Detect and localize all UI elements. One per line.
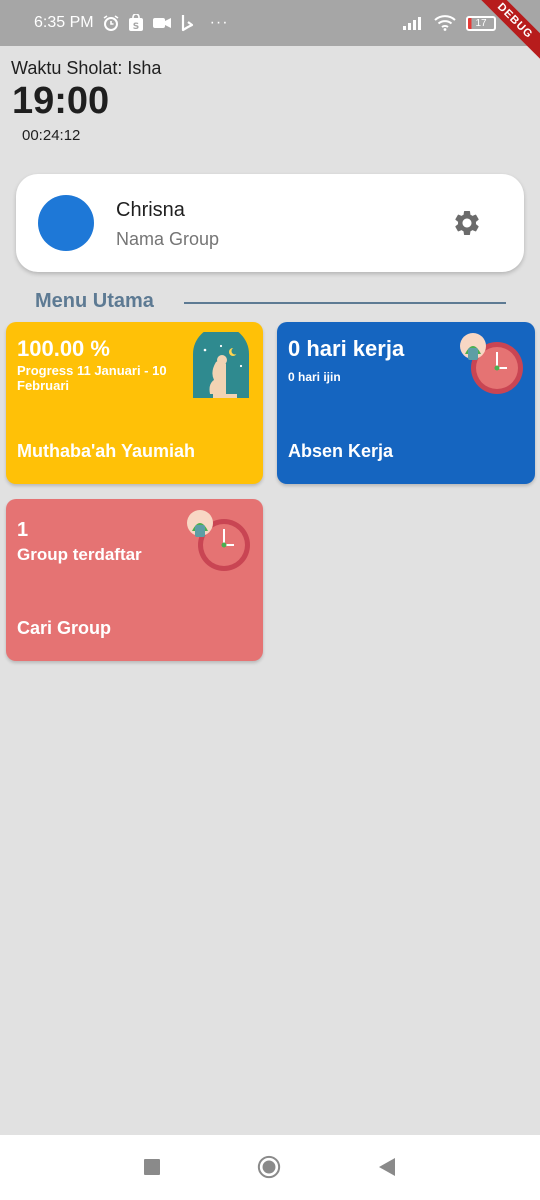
video-icon [152, 16, 172, 30]
debug-banner: DEBUG [469, 0, 540, 67]
avatar [38, 195, 94, 251]
recent-apps-icon [144, 1159, 160, 1175]
system-nav-bar [0, 1135, 540, 1200]
tile-label: Cari Group [17, 618, 112, 638]
wifi-icon [434, 15, 456, 31]
clock-person-icon [459, 330, 525, 401]
tile-cari-group[interactable]: 1 Group terdaftar Cari Group [6, 499, 263, 661]
tile-progress-range: Progress 11 Januari - 10 Februari [17, 363, 167, 393]
battery-level: 17 [475, 17, 487, 29]
tile-label: Muthaba'ah Yaumiah [17, 441, 195, 461]
prayer-countdown: 00:24:12 [22, 127, 81, 144]
settings-button[interactable] [452, 208, 482, 238]
prayer-time: 19:00 [12, 80, 110, 122]
profile-name: Chrisna [116, 199, 185, 221]
status-bar: 6:35 PM S ··· 17 DEBUG [0, 0, 540, 67]
tile-progress-value: 100.00 % [17, 336, 110, 361]
signal-icon [402, 15, 424, 31]
back-button[interactable] [375, 1155, 399, 1179]
menu-title: Menu Utama [35, 290, 154, 312]
tile-label: Absen Kerja [288, 441, 394, 461]
gear-icon [455, 211, 479, 235]
tile-group-count: 1 [17, 519, 29, 541]
home-icon [257, 1155, 281, 1179]
svg-text:S: S [132, 22, 138, 32]
tile-work-days: 0 hari kerja [288, 336, 405, 361]
recent-apps-button[interactable] [140, 1155, 164, 1179]
tile-group-caption: Group terdaftar [17, 545, 142, 564]
b-icon [180, 14, 194, 32]
profile-group: Nama Group [116, 229, 220, 249]
clock-person-icon [186, 507, 252, 578]
profile-card[interactable]: Chrisna Nama Group [16, 174, 524, 272]
home-button[interactable] [257, 1155, 281, 1179]
status-time: 6:35 PM [34, 14, 94, 31]
shop-icon: S [128, 14, 144, 32]
prayer-label: Waktu Sholat: Isha [11, 58, 162, 78]
tile-muthabaah-yaumiah[interactable]: 100.00 % Progress 11 Januari - 10 Februa… [6, 322, 263, 484]
battery-icon: 17 [466, 15, 496, 31]
mosque-prayer-icon [191, 326, 251, 403]
tile-leave-days: 0 hari ijin [288, 370, 341, 384]
alarm-icon [102, 14, 120, 32]
more-icon: ··· [209, 14, 229, 31]
tile-absen-kerja[interactable]: 0 hari kerja 0 hari ijin Absen Kerja [277, 322, 535, 484]
menu-divider [184, 302, 506, 304]
back-icon [379, 1158, 395, 1176]
